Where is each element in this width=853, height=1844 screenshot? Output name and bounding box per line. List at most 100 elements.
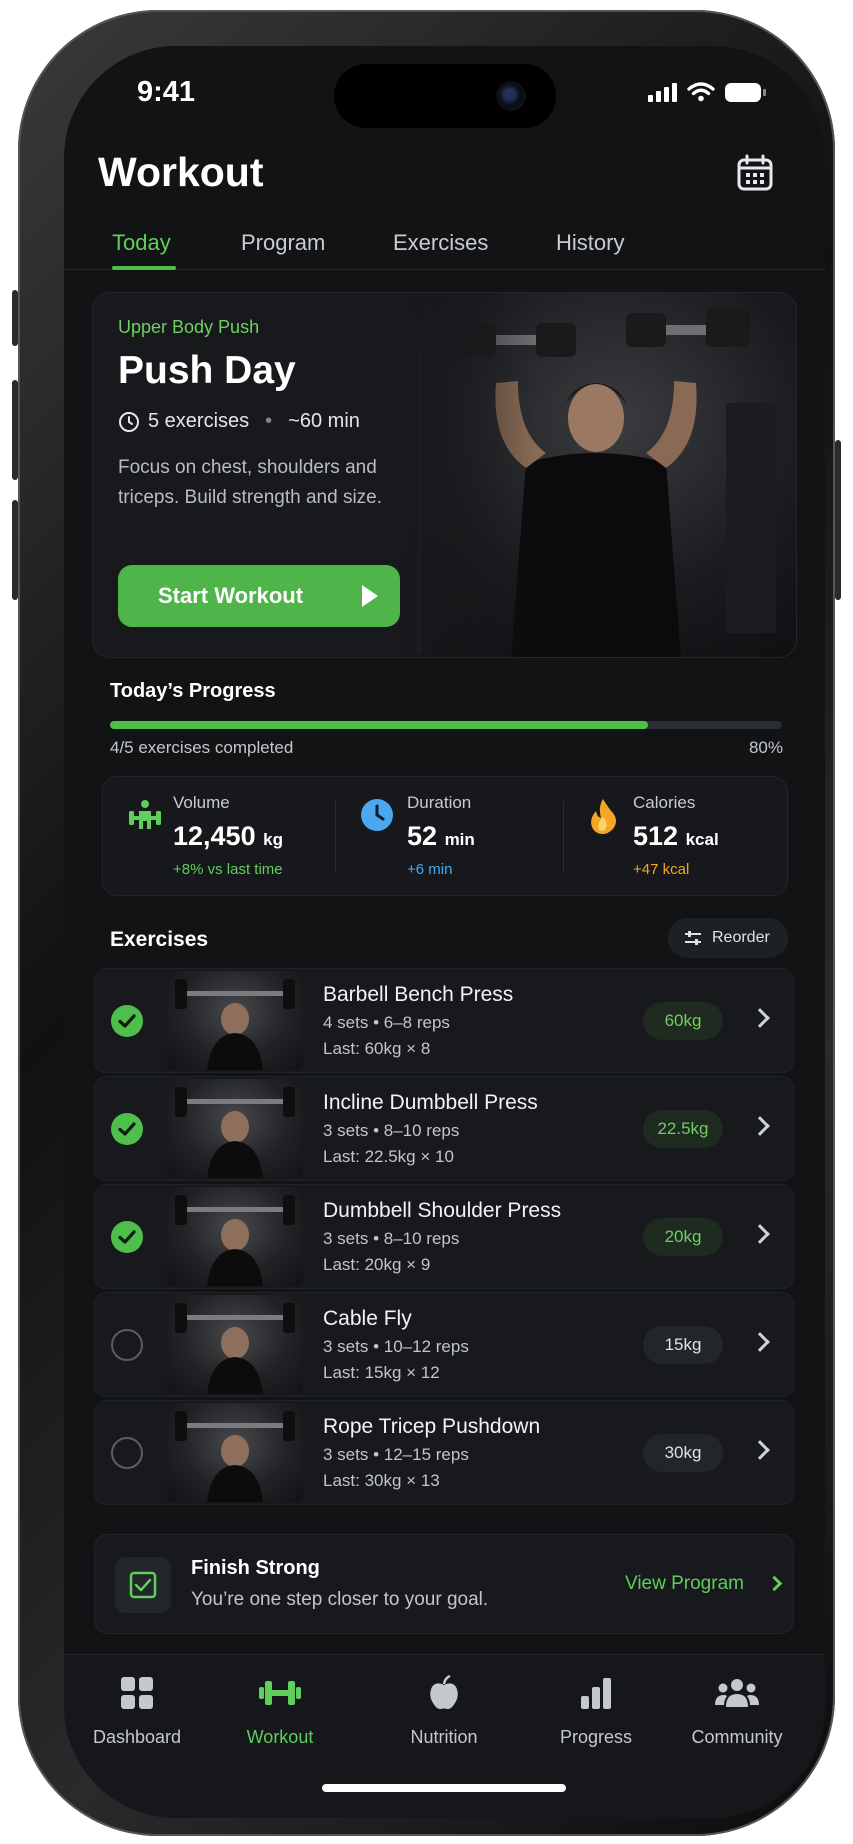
- workout-category: Upper Body Push: [118, 317, 260, 337]
- progress-text: 4/5 exercises completed: [110, 738, 294, 757]
- exercise-last: Last: 20kg × 9: [323, 1255, 431, 1274]
- tab-exercises[interactable]: Exercises: [393, 230, 488, 256]
- chevron-right-icon[interactable]: [750, 1440, 770, 1460]
- stats-card: Volume 12,450 kg +8% vs last time Durati…: [102, 776, 788, 896]
- weight-badge: 15kg: [643, 1326, 723, 1364]
- weight-badge: 60kg: [643, 1002, 723, 1040]
- nav-workout[interactable]: Workout: [215, 1673, 345, 1748]
- nav-community-label: Community: [691, 1727, 783, 1747]
- exercise-sets-reps: 4 sets • 6–8 reps: [323, 1013, 450, 1032]
- flame-icon: [591, 799, 616, 834]
- progress-percent: 80%: [748, 738, 783, 757]
- stat-calories-value: 512 kcal: [633, 821, 719, 851]
- exercise-last: Last: 22.5kg × 10: [323, 1147, 454, 1166]
- exercise-sets-reps: 3 sets • 8–10 reps: [323, 1229, 460, 1248]
- tab-history[interactable]: History: [556, 230, 624, 256]
- finish-title: Finish Strong: [191, 1557, 320, 1579]
- tab-bar: Today Program Exercises History: [64, 216, 825, 270]
- weight-badge: 30kg: [643, 1434, 723, 1472]
- tab-today[interactable]: Today: [112, 230, 171, 256]
- checkmark-icon[interactable]: [111, 1221, 143, 1253]
- exercise-name: Barbell Bench Press: [323, 983, 514, 1006]
- chevron-right-icon[interactable]: [750, 1224, 770, 1244]
- finish-strong-card: Finish Strong You’re one step closer to …: [94, 1534, 794, 1634]
- progress-bar-fill: [110, 721, 648, 729]
- exercise-name: Cable Fly: [323, 1307, 412, 1330]
- chevron-right-icon[interactable]: [750, 1008, 770, 1028]
- exercises-section-title: Exercises: [110, 928, 209, 951]
- stat-calories-delta: +47 kcal: [633, 861, 690, 878]
- checkmark-icon[interactable]: [111, 1005, 143, 1037]
- volume-up-button: [12, 380, 18, 480]
- exercise-row[interactable]: Incline Dumbbell Press 3 sets • 8–10 rep…: [94, 1076, 794, 1181]
- screen: 9:41 Workout Today Program Exercises His…: [64, 46, 825, 1818]
- clock-icon: [119, 411, 139, 432]
- nav-community[interactable]: Community: [672, 1673, 802, 1748]
- exercise-row[interactable]: Barbell Bench Press 4 sets • 6–8 reps La…: [94, 968, 794, 1073]
- workout-duration: ~60 min: [288, 410, 360, 432]
- nav-progress-label: Progress: [559, 1727, 633, 1747]
- active-tab-indicator: [112, 266, 176, 270]
- nav-nutrition-label: Nutrition: [410, 1727, 478, 1747]
- nav-progress[interactable]: Progress: [531, 1673, 661, 1748]
- empty-circle-icon[interactable]: [111, 1329, 143, 1361]
- stat-volume: Volume 12,450 kg +8% vs last time: [103, 777, 333, 897]
- reorder-label: Reorder: [712, 929, 770, 946]
- sliders-icon: [685, 931, 701, 945]
- exercise-thumbnail: [167, 1295, 303, 1394]
- exercise-thumbnail: [167, 1187, 303, 1286]
- exercise-sets-reps: 3 sets • 8–10 reps: [323, 1121, 460, 1140]
- exercise-name: Dumbbell Shoulder Press: [323, 1199, 562, 1222]
- bar-chart-icon: [581, 1678, 611, 1709]
- exercise-last: Last: 60kg × 8: [323, 1039, 431, 1058]
- weight-badge: 20kg: [643, 1218, 723, 1256]
- chevron-right-icon[interactable]: [750, 1116, 770, 1136]
- exercise-name: Incline Dumbbell Press: [323, 1091, 538, 1114]
- checkmark-icon[interactable]: [111, 1113, 143, 1145]
- reorder-button[interactable]: Reorder: [668, 918, 788, 958]
- people-icon: [715, 1679, 759, 1707]
- exercise-name: Rope Tricep Pushdown: [323, 1415, 541, 1438]
- calendar-icon[interactable]: [735, 153, 775, 193]
- workout-meta: 5 exercises • ~60 min: [118, 410, 360, 433]
- volume-down-button: [12, 500, 18, 600]
- home-indicator: [322, 1784, 566, 1792]
- workout-hero-card: Upper Body Push Push Day 5 exercises • ~…: [92, 292, 797, 658]
- tab-program[interactable]: Program: [241, 230, 325, 256]
- exercise-row[interactable]: Cable Fly 3 sets • 10–12 reps Last: 15kg…: [94, 1292, 794, 1397]
- page-title: Workout: [98, 149, 264, 195]
- workout-title: Push Day: [118, 349, 296, 392]
- battery-icon: [725, 82, 766, 102]
- empty-circle-icon[interactable]: [111, 1437, 143, 1469]
- nav-workout-label: Workout: [246, 1727, 314, 1747]
- view-program-link[interactable]: View Program: [625, 1573, 744, 1595]
- start-workout-button[interactable]: Start Workout: [118, 565, 400, 627]
- camera-icon: [496, 81, 526, 111]
- nav-nutrition[interactable]: Nutrition: [379, 1673, 509, 1748]
- nav-dashboard[interactable]: Dashboard: [72, 1673, 202, 1748]
- exercise-row[interactable]: Rope Tricep Pushdown 3 sets • 12–15 reps…: [94, 1400, 794, 1505]
- side-button: [12, 290, 18, 346]
- exercise-sets-reps: 3 sets • 10–12 reps: [323, 1337, 469, 1356]
- weight-badge: 22.5kg: [643, 1110, 723, 1148]
- stat-duration: Duration 52 min +6 min: [335, 777, 560, 897]
- chevron-right-icon: [766, 1575, 783, 1592]
- dynamic-island: [334, 64, 556, 128]
- checkbox-icon: [115, 1557, 171, 1613]
- play-icon: [362, 585, 378, 607]
- chevron-right-icon[interactable]: [750, 1332, 770, 1352]
- stat-volume-value: 12,450 kg: [173, 821, 283, 851]
- stat-volume-label: Volume: [173, 793, 230, 812]
- exercise-last: Last: 15kg × 12: [323, 1363, 440, 1382]
- phone-frame: 9:41 Workout Today Program Exercises His…: [12, 10, 841, 1836]
- clock-icon: [361, 799, 393, 831]
- exercise-sets-reps: 3 sets • 12–15 reps: [323, 1445, 469, 1464]
- exercise-thumbnail: [167, 971, 303, 1070]
- stat-duration-delta: +6 min: [407, 861, 453, 878]
- workout-description: Focus on chest, shoulders and triceps. B…: [118, 457, 383, 508]
- meta-separator: •: [265, 410, 273, 432]
- progress-bar: [110, 721, 782, 729]
- stat-duration-label: Duration: [407, 793, 472, 812]
- dumbbell-icon: [259, 1681, 301, 1705]
- exercise-row[interactable]: Dumbbell Shoulder Press 3 sets • 8–10 re…: [94, 1184, 794, 1289]
